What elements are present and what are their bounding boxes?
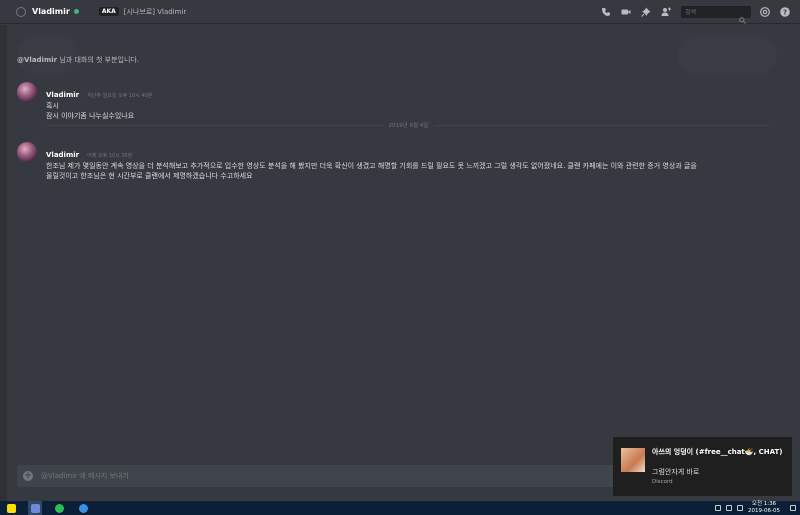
tray-volume-icon[interactable] [737, 505, 744, 511]
channel-header: Vladimir AKA [시나브로] Vladimir 검색 ? [0, 0, 800, 24]
message-input[interactable] [41, 472, 601, 480]
message-line: 잠시 이야기좀 나누실수있나요 [46, 112, 135, 120]
dm-username[interactable]: Vladimir [32, 7, 70, 16]
tray-network-icon[interactable] [726, 505, 733, 511]
left-edge [0, 25, 7, 501]
header-toolbar: ? [601, 0, 800, 24]
message-line: 혹시 [46, 102, 59, 110]
online-status-dot [73, 9, 79, 14]
message-line: 올릴것이고 한조님은 현 시간부로 클랜에서 제명하겠습니다 수고하세요 [46, 172, 253, 180]
taskbar-app-blue[interactable] [76, 501, 90, 515]
dm-user-icon [16, 6, 26, 17]
taskbar-discord[interactable] [28, 501, 42, 515]
message-list: @Vladimir 님과 대화의 첫 부분입니다. Vladimir 지난주 일… [7, 25, 800, 455]
pin-icon[interactable] [641, 7, 651, 17]
svg-text:?: ? [783, 9, 787, 17]
message-author[interactable]: Vladimir [46, 151, 79, 159]
windows-taskbar: 오전 1:36 2019-06-05 [0, 501, 800, 515]
message-line: 한조님 제가 몇일동안 계속 영상을 더 분석해보고 추가적으로 입수한 영상도… [46, 162, 697, 170]
mention-icon[interactable] [760, 7, 770, 17]
message-body: Vladimir 지난주 일요일 오후 10시 40분 혹시 잠시 이야기좀 나… [46, 82, 787, 121]
notification-title: 아쓰의 엉덩이 (#free__chat🍜, CHAT) [652, 448, 783, 456]
conversation-intro: @Vladimir 님과 대화의 첫 부분입니다. [17, 55, 139, 65]
notification-body: 그럼안자게 바로 [652, 468, 700, 476]
notification-source: Discord [652, 479, 673, 485]
upload-plus-icon[interactable]: + [23, 471, 33, 481]
date-divider: 2019년 6월 4일 [47, 121, 770, 129]
search-box[interactable] [681, 6, 751, 24]
avatar[interactable] [17, 82, 37, 102]
tray-chevron-icon[interactable] [715, 505, 722, 511]
taskbar-kakaotalk[interactable] [4, 501, 18, 515]
message-timestamp: 지난주 일요일 오후 10시 40분 [87, 93, 153, 99]
system-clock[interactable]: 오전 1:36 2019-06-05 [748, 501, 780, 515]
action-center-icon[interactable] [790, 505, 796, 511]
intro-text: 님과 대화의 첫 부분입니다. [57, 56, 140, 64]
app-green-icon [54, 503, 64, 513]
app-blue-icon [78, 503, 88, 513]
taskbar-app-green[interactable] [52, 501, 66, 515]
avatar[interactable] [17, 142, 37, 162]
clock-date: 2019-06-05 [748, 508, 780, 514]
aka-badge[interactable]: AKA [98, 7, 119, 16]
discord-window: Vladimir AKA [시나브로] Vladimir 검색 ? @Vladi… [0, 0, 800, 515]
notification-thumbnail [621, 448, 645, 472]
message-composer[interactable]: + [17, 465, 617, 487]
system-tray: 오전 1:36 2019-06-05 [715, 501, 800, 515]
video-icon[interactable] [621, 7, 631, 17]
date-divider-label: 2019년 6월 4일 [382, 121, 435, 129]
search-icon [739, 9, 747, 24]
help-icon[interactable]: ? [780, 7, 790, 17]
message-author[interactable]: Vladimir [46, 91, 79, 99]
nickname-label: [시나브로] Vladimir [123, 7, 187, 16]
intro-mention: @Vladimir [17, 56, 58, 64]
notification-toast[interactable]: 아쓰의 엉덩이 (#free__chat🍜, CHAT) 그럼안자게 바로 Di… [613, 437, 792, 496]
call-icon[interactable] [601, 7, 611, 17]
kakaotalk-icon [6, 503, 16, 513]
clock-time: 오전 1:36 [751, 501, 777, 507]
message-group: Vladimir 어제 오후 10시 35분 한조님 제가 몇일동안 계속 영상… [17, 142, 787, 180]
add-member-icon[interactable] [661, 7, 671, 17]
message-timestamp: 어제 오후 10시 35분 [87, 153, 133, 159]
message-body: Vladimir 어제 오후 10시 35분 한조님 제가 몇일동안 계속 영상… [46, 142, 787, 181]
search-input[interactable] [685, 8, 739, 16]
welcome-decoration-right [677, 35, 777, 75]
discord-icon [30, 503, 40, 513]
message-group: Vladimir 지난주 일요일 오후 10시 40분 혹시 잠시 이야기좀 나… [17, 82, 787, 120]
